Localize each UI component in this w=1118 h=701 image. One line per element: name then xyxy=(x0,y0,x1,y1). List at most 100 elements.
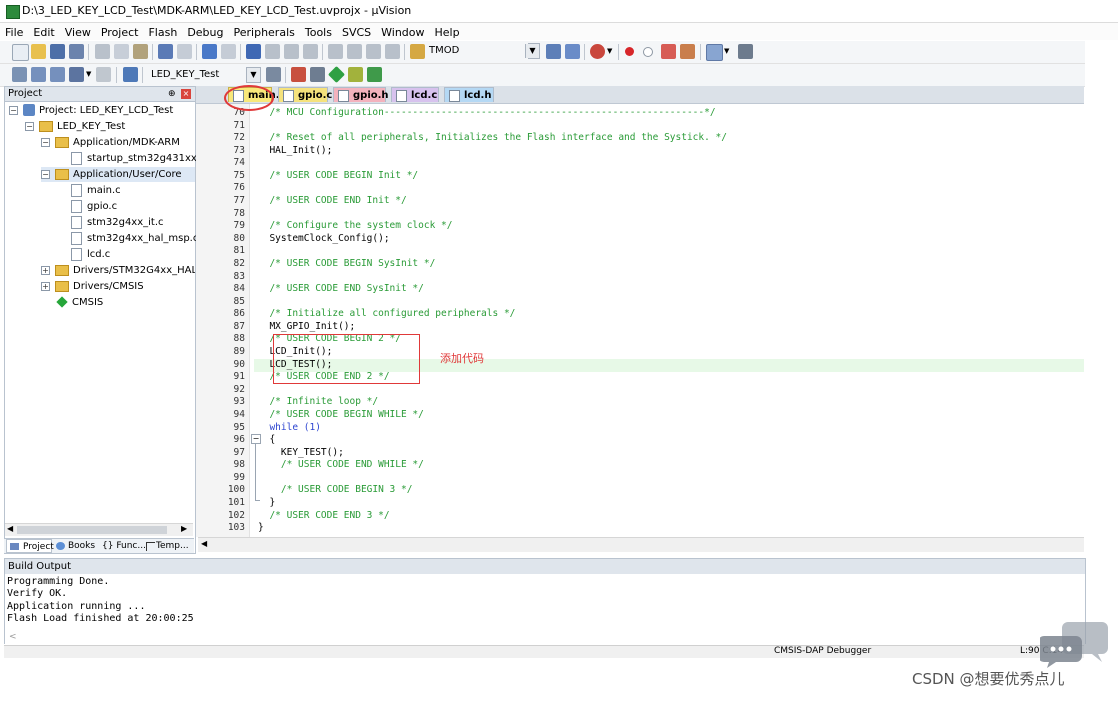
build-dropdown-arrow[interactable]: ▼ xyxy=(86,70,91,78)
menu-window[interactable]: Window xyxy=(376,23,429,42)
menu-peripherals[interactable]: Peripherals xyxy=(229,23,300,42)
tab-functions[interactable]: {} Func... xyxy=(102,539,146,553)
file-extensions-icon[interactable] xyxy=(291,67,306,82)
next-bookmark-icon[interactable] xyxy=(284,44,299,59)
code-line: /* USER CODE BEGIN WHILE */ xyxy=(258,409,424,420)
clear-bookmarks-icon[interactable] xyxy=(303,44,318,59)
tree-group[interactable]: + Drivers/CMSIS xyxy=(41,279,144,294)
expand-icon[interactable]: + xyxy=(41,266,50,275)
scroll-left-icon[interactable]: ◀ xyxy=(201,539,207,548)
bookmark-icon[interactable] xyxy=(246,44,261,59)
tree-file[interactable]: lcd.c xyxy=(71,247,110,262)
find-in-files-icon[interactable] xyxy=(410,44,425,59)
nav-forward-icon[interactable] xyxy=(221,44,236,59)
breakpoint-icon[interactable] xyxy=(625,47,634,56)
open-folder-icon[interactable] xyxy=(31,44,46,59)
rebuild-icon[interactable] xyxy=(50,67,65,82)
run-time-env-icon[interactable] xyxy=(367,67,382,82)
browse-icon[interactable] xyxy=(565,44,580,59)
scroll-right-icon[interactable]: ▶ xyxy=(181,524,187,533)
pin-icon[interactable]: ⊕ xyxy=(168,87,176,101)
project-hscrollbar[interactable]: ◀ ▶ xyxy=(5,523,193,536)
stop-build-icon[interactable] xyxy=(96,67,111,82)
menu-help[interactable]: Help xyxy=(430,23,465,42)
configure-icon[interactable] xyxy=(738,44,753,59)
nav-back-icon[interactable] xyxy=(202,44,217,59)
tab-books[interactable]: Books xyxy=(54,539,95,553)
find-combo[interactable]: TMOD xyxy=(429,45,459,56)
select-packs-icon[interactable] xyxy=(328,66,345,83)
scroll-thumb[interactable] xyxy=(17,526,167,534)
tree-file[interactable]: stm32g4xx_it.c xyxy=(71,215,164,230)
tree-file[interactable]: startup_stm32g431xx.s xyxy=(71,151,205,166)
remove-breakpoints-icon[interactable] xyxy=(661,44,676,59)
uncomment-icon[interactable] xyxy=(385,44,400,59)
menu-file[interactable]: File xyxy=(0,23,28,42)
code-editor[interactable]: − 70 71 72 73 74 75 76 77 78 79 80 81 82… xyxy=(196,104,1084,537)
target-options-icon[interactable] xyxy=(266,67,281,82)
layout-dropdown-arrow[interactable]: ▼ xyxy=(724,47,729,55)
collapse-icon[interactable]: − xyxy=(25,122,34,131)
tree-group[interactable]: − Application/MDK-ARM xyxy=(41,135,180,150)
batch-build-icon[interactable] xyxy=(69,67,84,82)
collapse-icon[interactable]: − xyxy=(9,106,18,115)
menu-tools[interactable]: Tools xyxy=(300,23,337,42)
tree-group[interactable]: − Application/User/Core xyxy=(41,167,195,182)
menu-svcs[interactable]: SVCS xyxy=(337,23,376,42)
tab-lcd-h[interactable]: lcd.h xyxy=(444,87,494,102)
cut-icon[interactable] xyxy=(95,44,110,59)
unindent-icon[interactable] xyxy=(347,44,362,59)
menu-view[interactable]: View xyxy=(60,23,96,42)
redo-icon[interactable] xyxy=(177,44,192,59)
line-number: 95 xyxy=(233,422,245,433)
translate-icon[interactable] xyxy=(12,67,27,82)
copy-icon[interactable] xyxy=(114,44,129,59)
target-select[interactable]: LED_KEY_Test ▼ xyxy=(146,66,262,83)
file-icon xyxy=(71,215,82,229)
collapse-icon[interactable]: − xyxy=(41,170,50,179)
incremental-find-icon[interactable] xyxy=(546,44,561,59)
save-icon[interactable] xyxy=(50,44,65,59)
tab-gpio-h[interactable]: gpio.h xyxy=(333,87,389,102)
tree-project-root[interactable]: − Project: LED_KEY_LCD_Test xyxy=(9,103,173,118)
build-icon[interactable] xyxy=(31,67,46,82)
tab-templates[interactable]: Temp... xyxy=(146,539,189,553)
menu-debug[interactable]: Debug xyxy=(182,23,228,42)
download-icon[interactable] xyxy=(123,67,138,82)
comment-icon[interactable] xyxy=(366,44,381,59)
indent-icon[interactable] xyxy=(328,44,343,59)
debug-dropdown-arrow[interactable]: ▼ xyxy=(607,47,612,55)
menu-flash[interactable]: Flash xyxy=(143,23,182,42)
tab-project[interactable]: Project xyxy=(6,539,54,553)
find-dropdown[interactable]: ▼ xyxy=(525,43,540,59)
pack-installer-icon[interactable] xyxy=(348,67,363,82)
window-layout-icon[interactable] xyxy=(706,44,723,61)
close-icon[interactable]: × xyxy=(181,89,191,99)
tree-group[interactable]: +Drivers/STM32G4xx_HAL_Dri xyxy=(41,263,195,278)
scroll-left-icon[interactable]: ◀ xyxy=(7,524,13,533)
save-all-icon[interactable] xyxy=(69,44,84,59)
expand-icon[interactable]: + xyxy=(41,282,50,291)
paste-icon[interactable] xyxy=(133,44,148,59)
manage-components-icon[interactable] xyxy=(310,67,325,82)
editor-hscrollbar[interactable]: ◀ xyxy=(198,537,1084,552)
menu-edit[interactable]: Edit xyxy=(28,23,59,42)
tree-file[interactable]: stm32g4xx_hal_msp.c xyxy=(71,231,198,246)
menu-project[interactable]: Project xyxy=(96,23,144,42)
new-file-icon[interactable] xyxy=(12,44,29,61)
scroll-left-icon[interactable]: < xyxy=(9,632,17,642)
disable-breakpoint-icon[interactable] xyxy=(643,47,653,57)
tree-file[interactable]: main.c xyxy=(71,183,121,198)
kill-breakpoints-icon[interactable] xyxy=(680,44,695,59)
tab-lcd-c[interactable]: lcd.c xyxy=(391,87,439,102)
undo-icon[interactable] xyxy=(158,44,173,59)
line-number: 100 xyxy=(227,484,245,495)
tab-gpio-c[interactable]: gpio.c xyxy=(278,87,332,102)
debug-session-icon[interactable] xyxy=(590,44,605,59)
tree-cmsis[interactable]: CMSIS xyxy=(56,295,103,310)
build-output-panel[interactable]: Programming Done. Verify OK. Application… xyxy=(4,574,1086,644)
tree-file[interactable]: gpio.c xyxy=(71,199,117,214)
collapse-icon[interactable]: − xyxy=(41,138,50,147)
tree-target[interactable]: − LED_KEY_Test xyxy=(25,119,125,134)
prev-bookmark-icon[interactable] xyxy=(265,44,280,59)
